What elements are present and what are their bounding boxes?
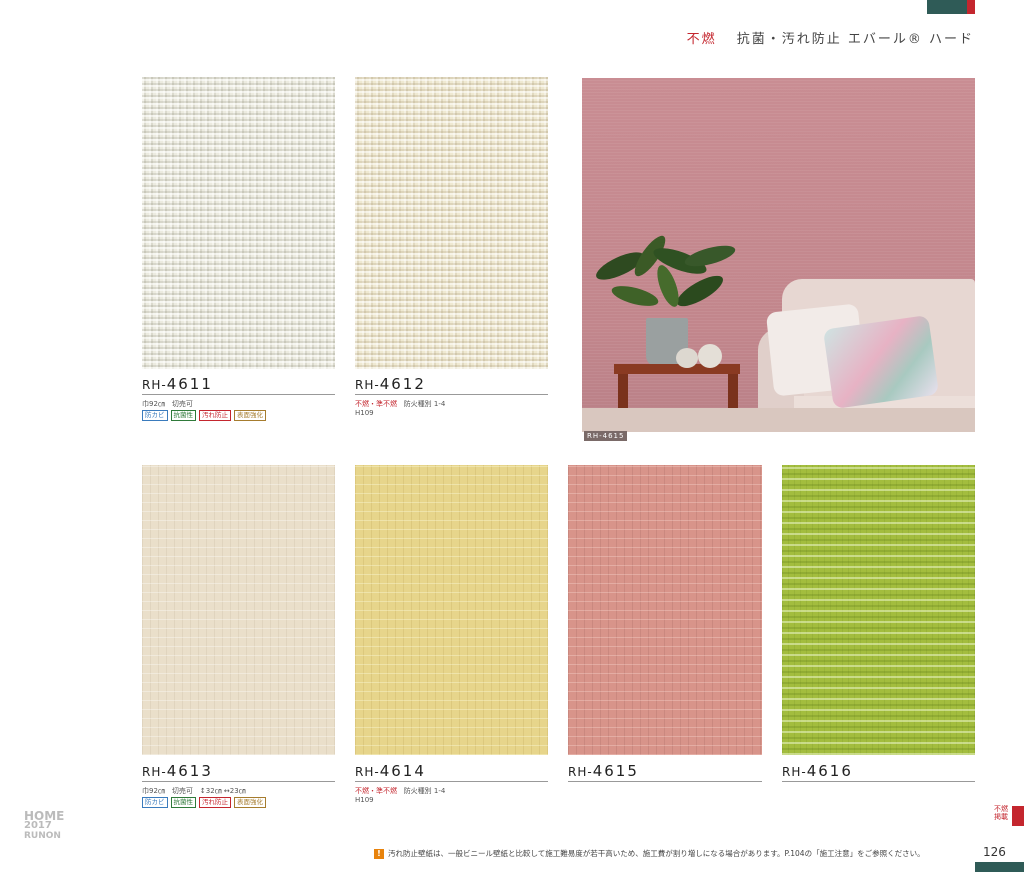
- divider: [355, 394, 548, 395]
- swatch-rh-4614[interactable]: [355, 465, 548, 755]
- badge-row: 防カビ 抗菌性 汚れ防止 表面強化: [142, 797, 266, 808]
- fire-tag: 不燃: [686, 32, 717, 47]
- swatch-rh-4611[interactable]: [142, 77, 335, 369]
- divider: [142, 394, 335, 395]
- product-code-4615[interactable]: RH-4615: [568, 762, 639, 780]
- side-table: [614, 364, 740, 374]
- product-code-note: H109: [355, 796, 374, 804]
- room-photo-label: RH-4615: [584, 431, 628, 441]
- badge-row: 防カビ 抗菌性 汚れ防止 表面強化: [142, 410, 266, 421]
- top-tab-green: [927, 0, 967, 14]
- product-code-4616[interactable]: RH-4616: [782, 762, 853, 780]
- bottom-tab-green: [975, 862, 1024, 872]
- product-spec: 巾92㎝ 切売可: [142, 400, 193, 408]
- product-spec: 巾92㎝ 切売可 ↕32㎝ ↔23㎝: [142, 787, 246, 795]
- product-code-4612[interactable]: RH-4612: [355, 375, 426, 393]
- product-code-note: H109: [355, 409, 374, 417]
- floor: [582, 408, 975, 432]
- warning-icon: !: [374, 848, 384, 859]
- side-tab-label: 不燃 掲載: [991, 805, 1011, 825]
- brand-logo: HOME 2017 RUNON: [24, 809, 65, 841]
- plant-leaves-icon: [596, 235, 736, 307]
- top-tab-red: [967, 0, 975, 14]
- badge-stain: 汚れ防止: [199, 797, 231, 808]
- badge-stain: 汚れ防止: [199, 410, 231, 421]
- footer-note: ! 汚れ防止壁紙は、一般ビニール壁紙と比較して施工難易度が若干高いため、施工費が…: [374, 848, 925, 859]
- swatch-rh-4616[interactable]: [782, 465, 975, 755]
- swatch-rh-4615[interactable]: [568, 465, 762, 755]
- divider: [355, 781, 548, 782]
- badge-mold: 防カビ: [142, 410, 168, 421]
- footer-note-text: 汚れ防止壁紙は、一般ビニール壁紙と比較して施工難易度が若干高いため、施工費が割り…: [388, 849, 925, 858]
- product-code-4611[interactable]: RH-4611: [142, 375, 213, 393]
- floral-pillow: [822, 315, 940, 409]
- badge-antibacterial: 抗菌性: [170, 410, 196, 421]
- swatch-rh-4613[interactable]: [142, 465, 335, 755]
- product-fire-spec: 不燃・準不燃 防火種別 1-4: [355, 787, 446, 795]
- page-number: 126: [983, 845, 1006, 859]
- badge-mold: 防カビ: [142, 797, 168, 808]
- badge-surface: 表面強化: [234, 797, 266, 808]
- badge-surface: 表面強化: [234, 410, 266, 421]
- product-code-4613[interactable]: RH-4613: [142, 762, 213, 780]
- divider: [568, 781, 762, 782]
- product-code-4614[interactable]: RH-4614: [355, 762, 426, 780]
- decor-apple: [698, 344, 722, 368]
- series-title: 抗菌・汚れ防止 エバール® ハード: [736, 32, 974, 47]
- swatch-rh-4612[interactable]: [355, 77, 548, 369]
- product-fire-spec: 不燃・準不燃 防火種別 1-4: [355, 400, 446, 408]
- divider: [142, 781, 335, 782]
- badge-antibacterial: 抗菌性: [170, 797, 196, 808]
- side-tab-marker: [1012, 806, 1024, 826]
- divider: [782, 781, 975, 782]
- room-photo: [582, 78, 975, 432]
- page-title: 不燃 抗菌・汚れ防止 エバール® ハード: [687, 28, 974, 47]
- decor-apple: [676, 348, 698, 368]
